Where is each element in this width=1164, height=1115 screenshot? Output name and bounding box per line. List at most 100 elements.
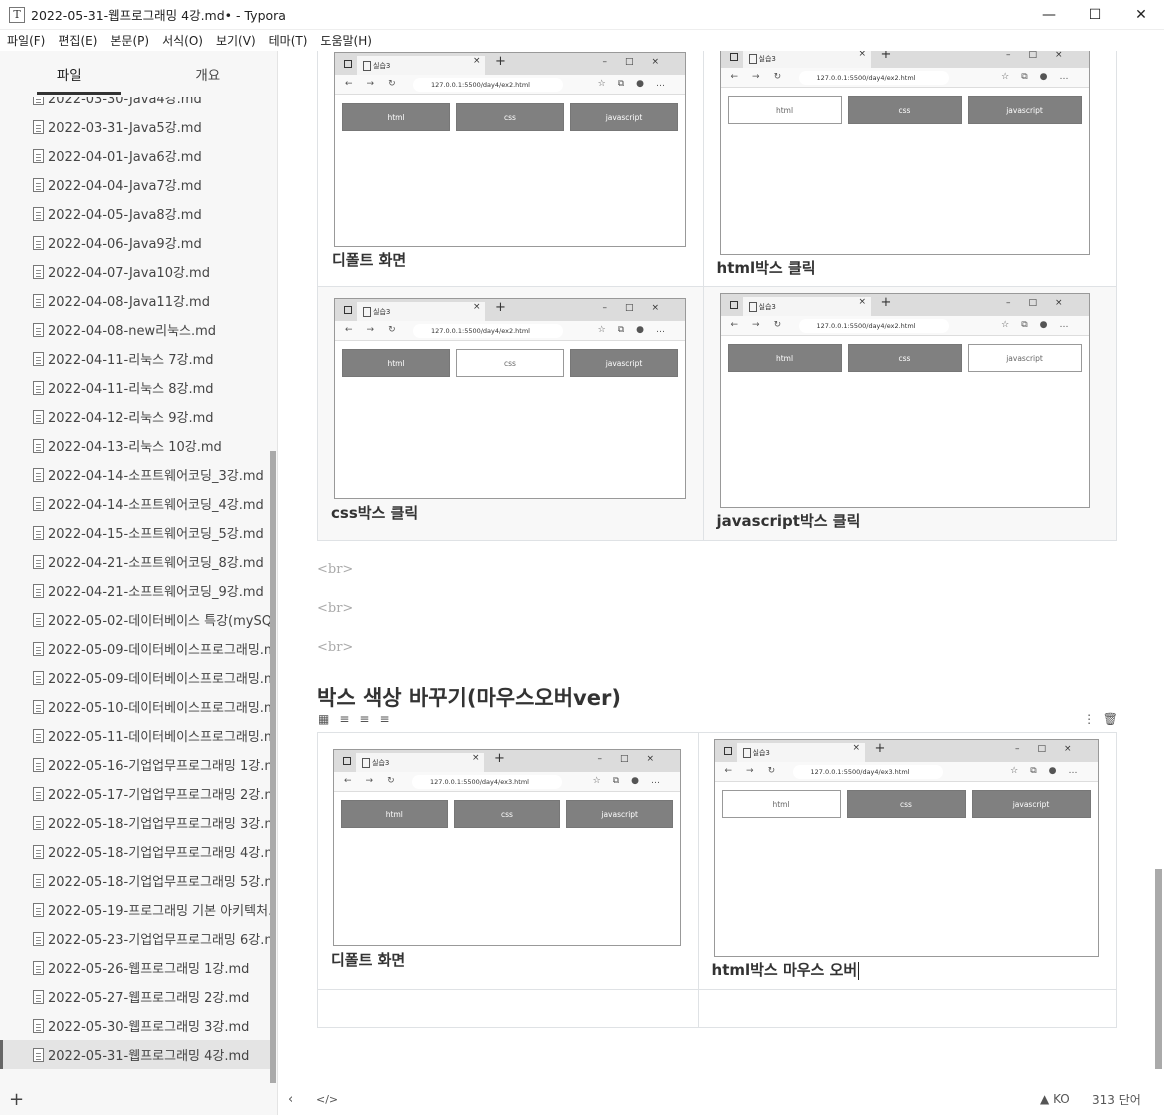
document-icon	[33, 97, 44, 105]
menu-theme[interactable]: 테마(T)	[269, 32, 308, 49]
document-icon	[33, 873, 44, 888]
source-mode-icon[interactable]: </>	[316, 1093, 338, 1106]
table-cell[interactable]: 실습3 × + –□× ←→↻ 127.0.0.1:5500/day4/ex3.html ☆…	[697, 732, 1118, 990]
menu-edit[interactable]: 편집(E)	[58, 32, 97, 49]
browser-screenshot: 실습3 × + –□× ←→↻ 127.0.0.1:5500/day4/ex2.html ☆…	[719, 293, 1090, 508]
preview-box-javascript: javascript	[967, 344, 1082, 372]
file-item[interactable]: 2022-04-12-리눅스 9강.md	[0, 402, 270, 431]
table-cell[interactable]	[317, 989, 699, 1028]
menu-paragraph[interactable]: 본문(P)	[110, 32, 149, 49]
file-item[interactable]: 2022-05-18-기업업무프로그래밍 5강.md	[0, 866, 270, 895]
file-item[interactable]: 2022-04-08-new리눅스.md	[0, 315, 270, 344]
menu-format[interactable]: 서식(O)	[162, 32, 203, 49]
table-cell[interactable]	[697, 989, 1118, 1028]
file-item[interactable]: 2022-05-23-기업업무프로그래밍 6강.md	[0, 924, 270, 953]
file-item[interactable]: 2022-05-18-기업업무프로그래밍 4강.md	[0, 837, 270, 866]
file-item[interactable]: 2022-04-21-소프트웨어코딩_8강.md	[0, 547, 270, 576]
file-item[interactable]: 2022-05-16-기업업무프로그래밍 1강.md	[0, 750, 270, 779]
file-item[interactable]: 2022-04-05-Java8강.md	[0, 199, 270, 228]
minimize-button[interactable]: —	[1026, 0, 1072, 30]
file-item[interactable]: 2022-05-09-데이터베이스프로그래밍.md	[0, 634, 270, 663]
file-name: 2022-04-01-Java6강.md	[48, 150, 202, 165]
file-item[interactable]: 2022-03-31-Java5강.md	[0, 112, 270, 141]
file-item[interactable]: 2022-03-30-Java4강.md	[0, 97, 270, 112]
section-heading[interactable]: 박스 색상 바꾸기(마우스오버ver)	[317, 682, 621, 712]
image-caption: html박스 마우스 오버	[711, 961, 860, 980]
file-item[interactable]: 2022-04-04-Java7강.md	[0, 170, 270, 199]
editor-scrollbar[interactable]	[1155, 869, 1162, 1069]
file-item[interactable]: 2022-04-07-Java10강.md	[0, 257, 270, 286]
file-item[interactable]: 2022-05-17-기업업무프로그래밍 2강.md	[0, 779, 270, 808]
br-tag[interactable]: <br>	[317, 640, 353, 655]
file-item[interactable]: 2022-04-14-소프트웨어코딩_3강.md	[0, 460, 270, 489]
image-caption: javascript박스 클릭	[716, 512, 861, 530]
word-count[interactable]: 313 단어	[1092, 1091, 1141, 1108]
document-icon	[33, 409, 44, 424]
file-name: 2022-05-11-데이터베이스프로그래밍.md	[48, 730, 270, 745]
language-indicator[interactable]: ▲ KO	[1040, 1092, 1070, 1106]
more-options-icon[interactable]: ⋮	[1083, 712, 1095, 726]
table-toolbar: ▦ ≡ ≡ ≡ ⋮ 🗑	[318, 712, 1118, 728]
file-name: 2022-05-30-웹프로그래밍 3강.md	[48, 1020, 250, 1035]
file-item[interactable]: 2022-05-31-웹프로그래밍 4강.md	[0, 1040, 270, 1069]
align-left-icon[interactable]: ≡	[339, 712, 349, 726]
tab-outline[interactable]: 개요	[139, 64, 278, 84]
file-item[interactable]: 2022-05-27-웹프로그래밍 2강.md	[0, 982, 270, 1011]
browser-screenshot: 실습3 × + –□× ←→↻ 127.0.0.1:5500/day4/ex2.html ☆…	[334, 298, 686, 499]
file-item[interactable]: 2022-04-21-소프트웨어코딩_9강.md	[0, 576, 270, 605]
menu-bar: 파일(F) 편집(E) 본문(P) 서식(O) 보기(V) 테마(T) 도움말(…	[0, 30, 1164, 51]
file-item[interactable]: 2022-04-15-소프트웨어코딩_5강.md	[0, 518, 270, 547]
image-table-hover[interactable]: 실습3 × + –□× ←→↻ 127.0.0.1:5500/day4/ex3.html ☆…	[317, 732, 1118, 1028]
preview-box-html: html	[342, 349, 450, 377]
file-name: 2022-03-30-Java4강.md	[48, 97, 202, 107]
document-icon	[33, 467, 44, 482]
br-tag[interactable]: <br>	[317, 562, 353, 577]
preview-box-css: css	[456, 349, 564, 377]
address-bar: 127.0.0.1:5500/day4/ex2.html	[413, 324, 563, 338]
editor[interactable]: 실습3 × + –□× ←→↻ 127.0.0.1:5500/day4/ex2.html ☆…	[278, 51, 1164, 1081]
delete-table-icon[interactable]: 🗑	[1103, 712, 1118, 726]
image-table-click[interactable]: 실습3 × + –□× ←→↻ 127.0.0.1:5500/day4/ex2.html ☆…	[317, 51, 1118, 541]
menu-help[interactable]: 도움말(H)	[320, 32, 372, 49]
file-item[interactable]: 2022-05-30-웹프로그래밍 3강.md	[0, 1011, 270, 1040]
file-item[interactable]: 2022-05-18-기업업무프로그래밍 3강.md	[0, 808, 270, 837]
file-item[interactable]: 2022-04-08-Java11강.md	[0, 286, 270, 315]
file-item[interactable]: 2022-04-14-소프트웨어코딩_4강.md	[0, 489, 270, 518]
file-item[interactable]: 2022-05-26-웹프로그래밍 1강.md	[0, 953, 270, 982]
file-item[interactable]: 2022-04-01-Java6강.md	[0, 141, 270, 170]
table-cell[interactable]: 실습3 × + –□× ←→↻ 127.0.0.1:5500/day4/ex2.html ☆…	[702, 286, 1118, 541]
file-item[interactable]: 2022-04-11-리눅스 8강.md	[0, 373, 270, 402]
align-center-icon[interactable]: ≡	[359, 712, 369, 726]
toggle-sidebar-icon[interactable]: ‹	[288, 1092, 293, 1107]
table-cell[interactable]: 실습3 × + –□× ←→↻ 127.0.0.1:5500/day4/ex2.html ☆…	[317, 286, 704, 541]
file-item[interactable]: 2022-04-11-리눅스 7강.md	[0, 344, 270, 373]
file-item[interactable]: 2022-04-13-리눅스 10강.md	[0, 431, 270, 460]
preview-box-javascript: javascript	[570, 103, 678, 131]
sidebar-scrollbar[interactable]	[270, 451, 276, 1083]
align-right-icon[interactable]: ≡	[379, 712, 389, 726]
table-cell[interactable]: 실습3 × + –□× ←→↻ 127.0.0.1:5500/day4/ex3.html ☆…	[317, 732, 699, 990]
table-cell[interactable]: 실습3 × + –□× ←→↻ 127.0.0.1:5500/day4/ex2.html ☆…	[702, 51, 1118, 287]
add-file-button[interactable]: +	[0, 1084, 277, 1115]
table-grid-icon[interactable]: ▦	[318, 712, 329, 726]
file-item[interactable]: 2022-05-10-데이터베이스프로그래밍.md	[0, 692, 270, 721]
menu-view[interactable]: 보기(V)	[216, 32, 256, 49]
browser-screenshot: 실습3 × + –□× ←→↻ 127.0.0.1:5500/day4/ex2.html ☆…	[719, 51, 1090, 255]
document-icon	[33, 960, 44, 975]
maximize-button[interactable]: ☐	[1072, 0, 1118, 30]
file-item[interactable]: 2022-05-19-프로그래밍 기본 아키텍처.md	[0, 895, 270, 924]
close-button[interactable]: ✕	[1118, 0, 1164, 30]
sidebar: 파일 개요 2022-03-30-Java4강.md 2022-03-31-Jav…	[0, 51, 278, 1115]
file-item[interactable]: 2022-05-11-데이터베이스프로그래밍.md	[0, 721, 270, 750]
table-cell[interactable]: 실습3 × + –□× ←→↻ 127.0.0.1:5500/day4/ex2.html ☆…	[317, 51, 704, 287]
file-item[interactable]: 2022-05-02-데이터베이스 특강(mySQL).md	[0, 605, 270, 634]
file-name: 2022-05-16-기업업무프로그래밍 1강.md	[48, 759, 270, 774]
browser-tab: 실습3	[742, 51, 871, 68]
document-icon	[33, 583, 44, 598]
preview-box-javascript: javascript	[967, 96, 1082, 124]
file-item[interactable]: 2022-05-09-데이터베이스프로그래밍.md	[0, 663, 270, 692]
file-item[interactable]: 2022-04-06-Java9강.md	[0, 228, 270, 257]
tab-files[interactable]: 파일	[0, 64, 139, 84]
br-tag[interactable]: <br>	[317, 601, 353, 616]
menu-file[interactable]: 파일(F)	[7, 32, 45, 49]
